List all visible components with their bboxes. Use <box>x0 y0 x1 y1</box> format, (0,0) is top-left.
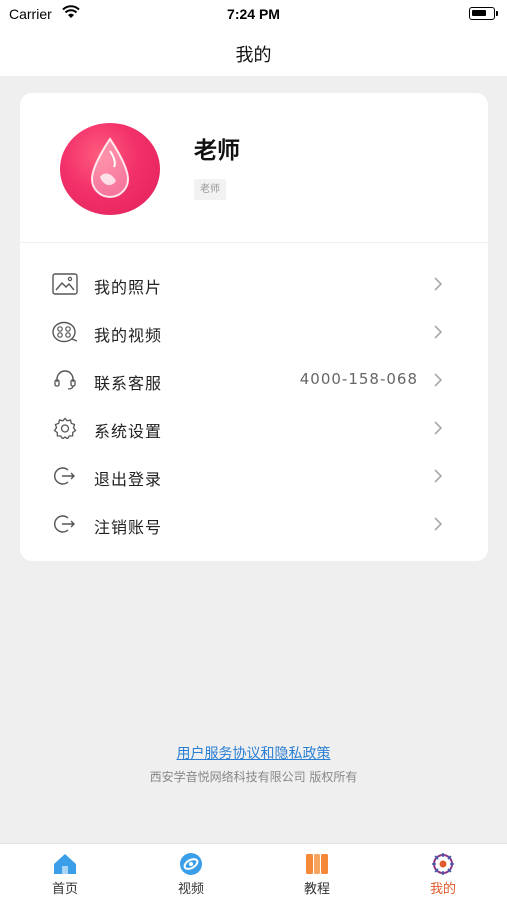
tab-video[interactable]: 视频 <box>128 844 254 900</box>
menu-label: 系统设置 <box>94 422 163 441</box>
chevron-right-icon <box>434 325 443 339</box>
tab-label: 首页 <box>51 882 78 897</box>
nav-bar: 我的 <box>0 28 507 76</box>
chevron-right-icon <box>434 373 443 387</box>
drop-logo-icon <box>90 137 130 198</box>
menu-label: 联系客服 <box>94 374 163 393</box>
menu-item-photos[interactable]: 我的照片 <box>20 260 488 308</box>
status-bar: Carrier 7:24 PM <box>0 0 507 28</box>
profile-card: 老师 老师 我的照片 我的视频 联系客服 4000-158-068 系统设置 退… <box>20 93 488 561</box>
tab-tutorial[interactable]: 教程 <box>254 844 380 900</box>
copyright-text: 西安学音悦网络科技有限公司 版权所有 <box>149 770 358 784</box>
logout-icon <box>54 467 75 485</box>
profile-header[interactable]: 老师 老师 <box>20 93 488 243</box>
photo-icon <box>52 273 78 295</box>
battery-icon <box>469 7 495 20</box>
tab-label: 我的 <box>429 882 456 897</box>
video-reel-icon <box>52 321 78 343</box>
tab-label: 教程 <box>303 882 330 897</box>
menu-label: 退出登录 <box>94 470 163 489</box>
menu-label: 我的视频 <box>94 326 163 345</box>
profile-name: 老师 <box>194 138 240 164</box>
menu-item-support[interactable]: 联系客服 4000-158-068 <box>20 356 488 404</box>
chevron-right-icon <box>434 421 443 435</box>
menu-label: 注销账号 <box>94 518 163 537</box>
chevron-right-icon <box>434 469 443 483</box>
role-badge: 老师 <box>194 179 226 200</box>
menu-item-delete-account[interactable]: 注销账号 <box>20 500 488 548</box>
book-icon <box>306 854 328 874</box>
menu-item-settings[interactable]: 系统设置 <box>20 404 488 452</box>
chevron-right-icon <box>434 517 443 531</box>
support-phone: 4000-158-068 <box>299 370 418 388</box>
menu-item-videos[interactable]: 我的视频 <box>20 308 488 356</box>
page-title: 我的 <box>235 45 272 66</box>
profile-icon <box>432 853 454 875</box>
logout-icon <box>54 515 75 533</box>
menu-item-logout[interactable]: 退出登录 <box>20 452 488 500</box>
tab-label: 视频 <box>177 882 204 897</box>
tab-mine[interactable]: 我的 <box>380 844 506 900</box>
gear-icon <box>53 417 77 439</box>
home-icon <box>54 854 76 874</box>
menu-label: 我的照片 <box>94 278 163 297</box>
headset-icon <box>54 370 76 390</box>
status-time: 7:24 PM <box>227 6 280 22</box>
tab-bar: 首页 视频 教程 我的 <box>0 843 507 900</box>
chevron-right-icon <box>434 277 443 291</box>
avatar[interactable] <box>60 123 160 215</box>
policy-link[interactable]: 用户服务协议和隐私政策 <box>0 743 507 763</box>
video-icon <box>180 853 202 875</box>
tab-home[interactable]: 首页 <box>2 844 128 900</box>
